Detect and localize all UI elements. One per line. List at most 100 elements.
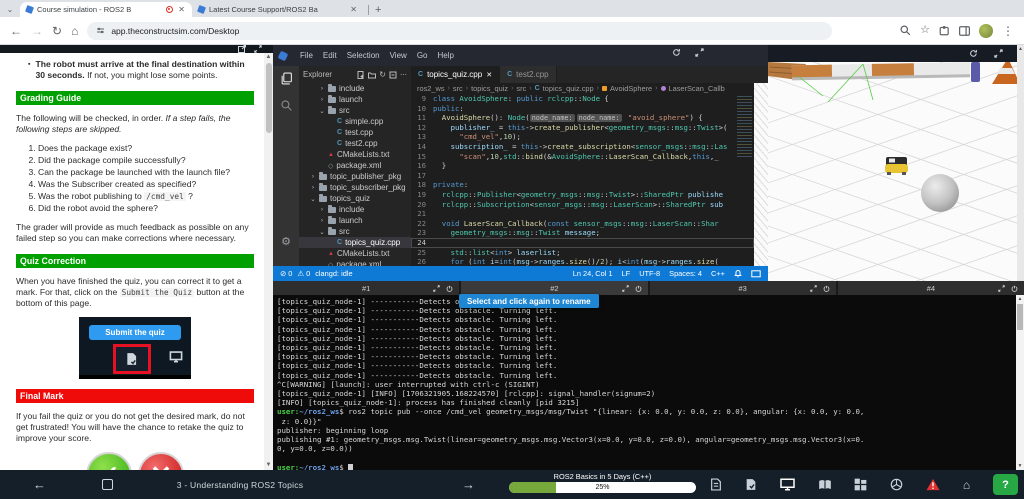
menu-view[interactable]: View [385, 49, 412, 62]
editor-tab-topics-quiz[interactable]: C topics_quiz.cpp ✕ [411, 66, 501, 83]
tree-item-test2.cpp[interactable]: Ctest2.cpp [299, 138, 411, 149]
tree-item-launch[interactable]: › launch [299, 215, 411, 226]
gazebo-scrollbar[interactable]: ▲ [1017, 45, 1024, 281]
terminal-expand-icon[interactable] [998, 284, 1005, 292]
chevron-icon[interactable]: ⌄ [310, 195, 316, 203]
notifications-bell-icon[interactable] [734, 269, 742, 278]
terminal-power-icon[interactable] [823, 285, 830, 292]
terminal-output[interactable]: [topics_quiz_node-1] -----------Detects … [273, 295, 1016, 470]
prev-lesson-icon[interactable]: ← [33, 477, 46, 492]
menu-selection[interactable]: Selection [342, 49, 385, 62]
course-book-icon[interactable] [818, 479, 832, 491]
tree-item-topics_quiz.cpp[interactable]: Ctopics_quiz.cpp [299, 237, 411, 248]
expand-panel-icon[interactable] [254, 45, 262, 53]
browser-tab-active[interactable]: Course simulation - ROS2 B ✕ [20, 2, 192, 17]
tree-item-launch[interactable]: › launch [299, 94, 411, 105]
tree-item-test.cpp[interactable]: Ctest.cpp [299, 127, 411, 138]
code-line-14[interactable]: 14 subscription_ = this->create_subscrip… [411, 142, 754, 152]
code-line-26[interactable]: 26 for (int i=int(msg->ranges.size()/2);… [411, 257, 754, 266]
desktop-icon[interactable] [779, 478, 795, 491]
breadcrumb[interactable]: ros2_ws › src › topics_quiz › src › Ctopics_quiz… [411, 83, 768, 94]
search-icon[interactable] [280, 99, 293, 112]
minimap[interactable] [737, 96, 752, 158]
site-settings-icon[interactable] [96, 26, 105, 35]
editor-tab-test2[interactable]: C test2.cpp [500, 66, 557, 83]
terminal-panel[interactable]: #1 #2 #3 #4 [topics_quiz_node-1] ----------… [273, 281, 1024, 470]
forward-icon[interactable]: → [31, 25, 43, 37]
chevron-icon[interactable]: ⌄ [319, 228, 325, 236]
terminal-expand-icon[interactable] [810, 284, 817, 292]
side-panel-icon[interactable] [959, 25, 970, 36]
status-ln[interactable]: Ln 24, Col 1 [573, 269, 613, 278]
new-tab-button[interactable]: + [375, 4, 381, 16]
close-tab-icon[interactable]: ✕ [486, 71, 492, 79]
menu-edit[interactable]: Edit [318, 49, 342, 62]
scroll-up-icon[interactable]: ▲ [1017, 45, 1024, 53]
chevron-icon[interactable]: ⌄ [319, 107, 325, 115]
clangd-status[interactable]: clangd: idle [315, 269, 352, 278]
code-line-18[interactable]: 18 private: [411, 180, 754, 190]
tab-close-icon[interactable]: ✕ [177, 5, 186, 14]
terminal-tab-2[interactable]: #2 [461, 281, 648, 295]
menu-go[interactable]: Go [412, 49, 433, 62]
tree-item-src[interactable]: ⌄ src [299, 105, 411, 116]
code-line-10[interactable]: 10 public: [411, 104, 754, 114]
code-line-20[interactable]: 20 rclcpp::Subscription<sensor_msgs::msg… [411, 200, 754, 210]
scroll-down-icon[interactable]: ▼ [1016, 462, 1024, 470]
reload-icon[interactable]: ↻ [52, 25, 62, 37]
more-actions-icon[interactable]: ⋯ [400, 71, 407, 79]
tab-search-chevron-icon[interactable]: ⌄ [0, 2, 20, 17]
code-line-25[interactable]: 25 std::list<int> laserlist; [411, 248, 754, 258]
status-utf8[interactable]: UTF-8 [639, 269, 660, 278]
gazebo-refresh-icon[interactable] [969, 49, 978, 58]
chevron-icon[interactable]: › [310, 173, 316, 180]
explorer-files-icon[interactable] [280, 72, 293, 85]
chevron-icon[interactable]: › [319, 217, 325, 224]
warning-icon[interactable] [926, 478, 940, 491]
new-file-icon[interactable] [357, 70, 365, 79]
home-icon[interactable]: ⌂ [963, 478, 970, 492]
course-notes-panel[interactable]: ▪ The robot must arrive at the final des… [0, 53, 264, 470]
code-line-19[interactable]: 19 rclcpp::Publisher<geometry_msgs::msg:… [411, 190, 754, 200]
tree-item-topics_quiz[interactable]: ⌄ topics_quiz [299, 193, 411, 204]
code-line-21[interactable]: 21 [411, 209, 754, 219]
scroll-thumb[interactable] [265, 63, 272, 133]
code-line-23[interactable]: 23 geometry_msgs::msg::Twist message; [411, 228, 754, 238]
code-line-15[interactable]: 15 "scan",10,std::bind(&AvoidSphere::Las… [411, 152, 754, 162]
submit-quiz-icon[interactable] [745, 478, 757, 491]
breadcrumb-item[interactable]: AvoidSphere [610, 84, 652, 93]
notes-scrollbar[interactable]: ▲ ▼ [264, 53, 273, 470]
breadcrumb-item[interactable]: src [516, 84, 526, 93]
tab-close-icon[interactable]: ✕ [349, 5, 358, 14]
tree-item-simple.cpp[interactable]: Csimple.cpp [299, 116, 411, 127]
chevron-icon[interactable]: › [319, 96, 325, 103]
code-line-16[interactable]: 16 } [411, 161, 754, 171]
status-spaces[interactable]: Spaces: 4 [669, 269, 702, 278]
tree-item-CMakeLists.txt[interactable]: ▲ CMakeLists.txt [299, 149, 411, 160]
code-line-24[interactable]: 24 [411, 237, 754, 248]
code-line-9[interactable]: 9 class AvoidSphere: public rclcpp::Node … [411, 94, 754, 104]
home-icon[interactable]: ⌂ [71, 25, 78, 37]
terminal-power-icon[interactable] [1011, 285, 1018, 292]
profile-avatar[interactable] [979, 23, 993, 38]
terminal-expand-icon[interactable] [433, 284, 440, 292]
terminal-tab-4[interactable]: #4 [837, 281, 1024, 295]
code-line-22[interactable]: 22 void LaserScan_Callback(const sensor_… [411, 219, 754, 229]
notebook-doc-icon[interactable] [710, 478, 722, 491]
terminal-scrollbar[interactable]: ▲ ▼ [1016, 295, 1024, 470]
code-line-12[interactable]: 12 publisher_ = this->create_publisher<g… [411, 123, 754, 133]
tree-item-package.xml[interactable]: ◇ package.xml [299, 160, 411, 171]
address-bar[interactable]: app.theconstructsim.com/Desktop [87, 21, 833, 40]
tree-item-CMakeLists.txt[interactable]: ▲ CMakeLists.txt [299, 248, 411, 259]
menu-help[interactable]: Help [432, 49, 458, 62]
browser-menu-icon[interactable]: ⋮ [1002, 25, 1014, 37]
code-line-11[interactable]: 11 AvoidSphere(): Node(node_name: node_na… [411, 113, 754, 123]
ai-assistant-icon[interactable] [890, 478, 903, 491]
settings-gear-icon[interactable]: ⚙ [281, 235, 291, 248]
breadcrumb-item[interactable]: topics_quiz.cpp [543, 84, 594, 93]
tree-item-include[interactable]: › include [299, 204, 411, 215]
back-icon[interactable]: ← [10, 25, 22, 37]
breadcrumb-item[interactable]: topics_quiz [471, 84, 508, 93]
scroll-up-icon[interactable]: ▲ [264, 53, 273, 62]
errors-icon[interactable]: ⊘ 0 [280, 269, 292, 278]
